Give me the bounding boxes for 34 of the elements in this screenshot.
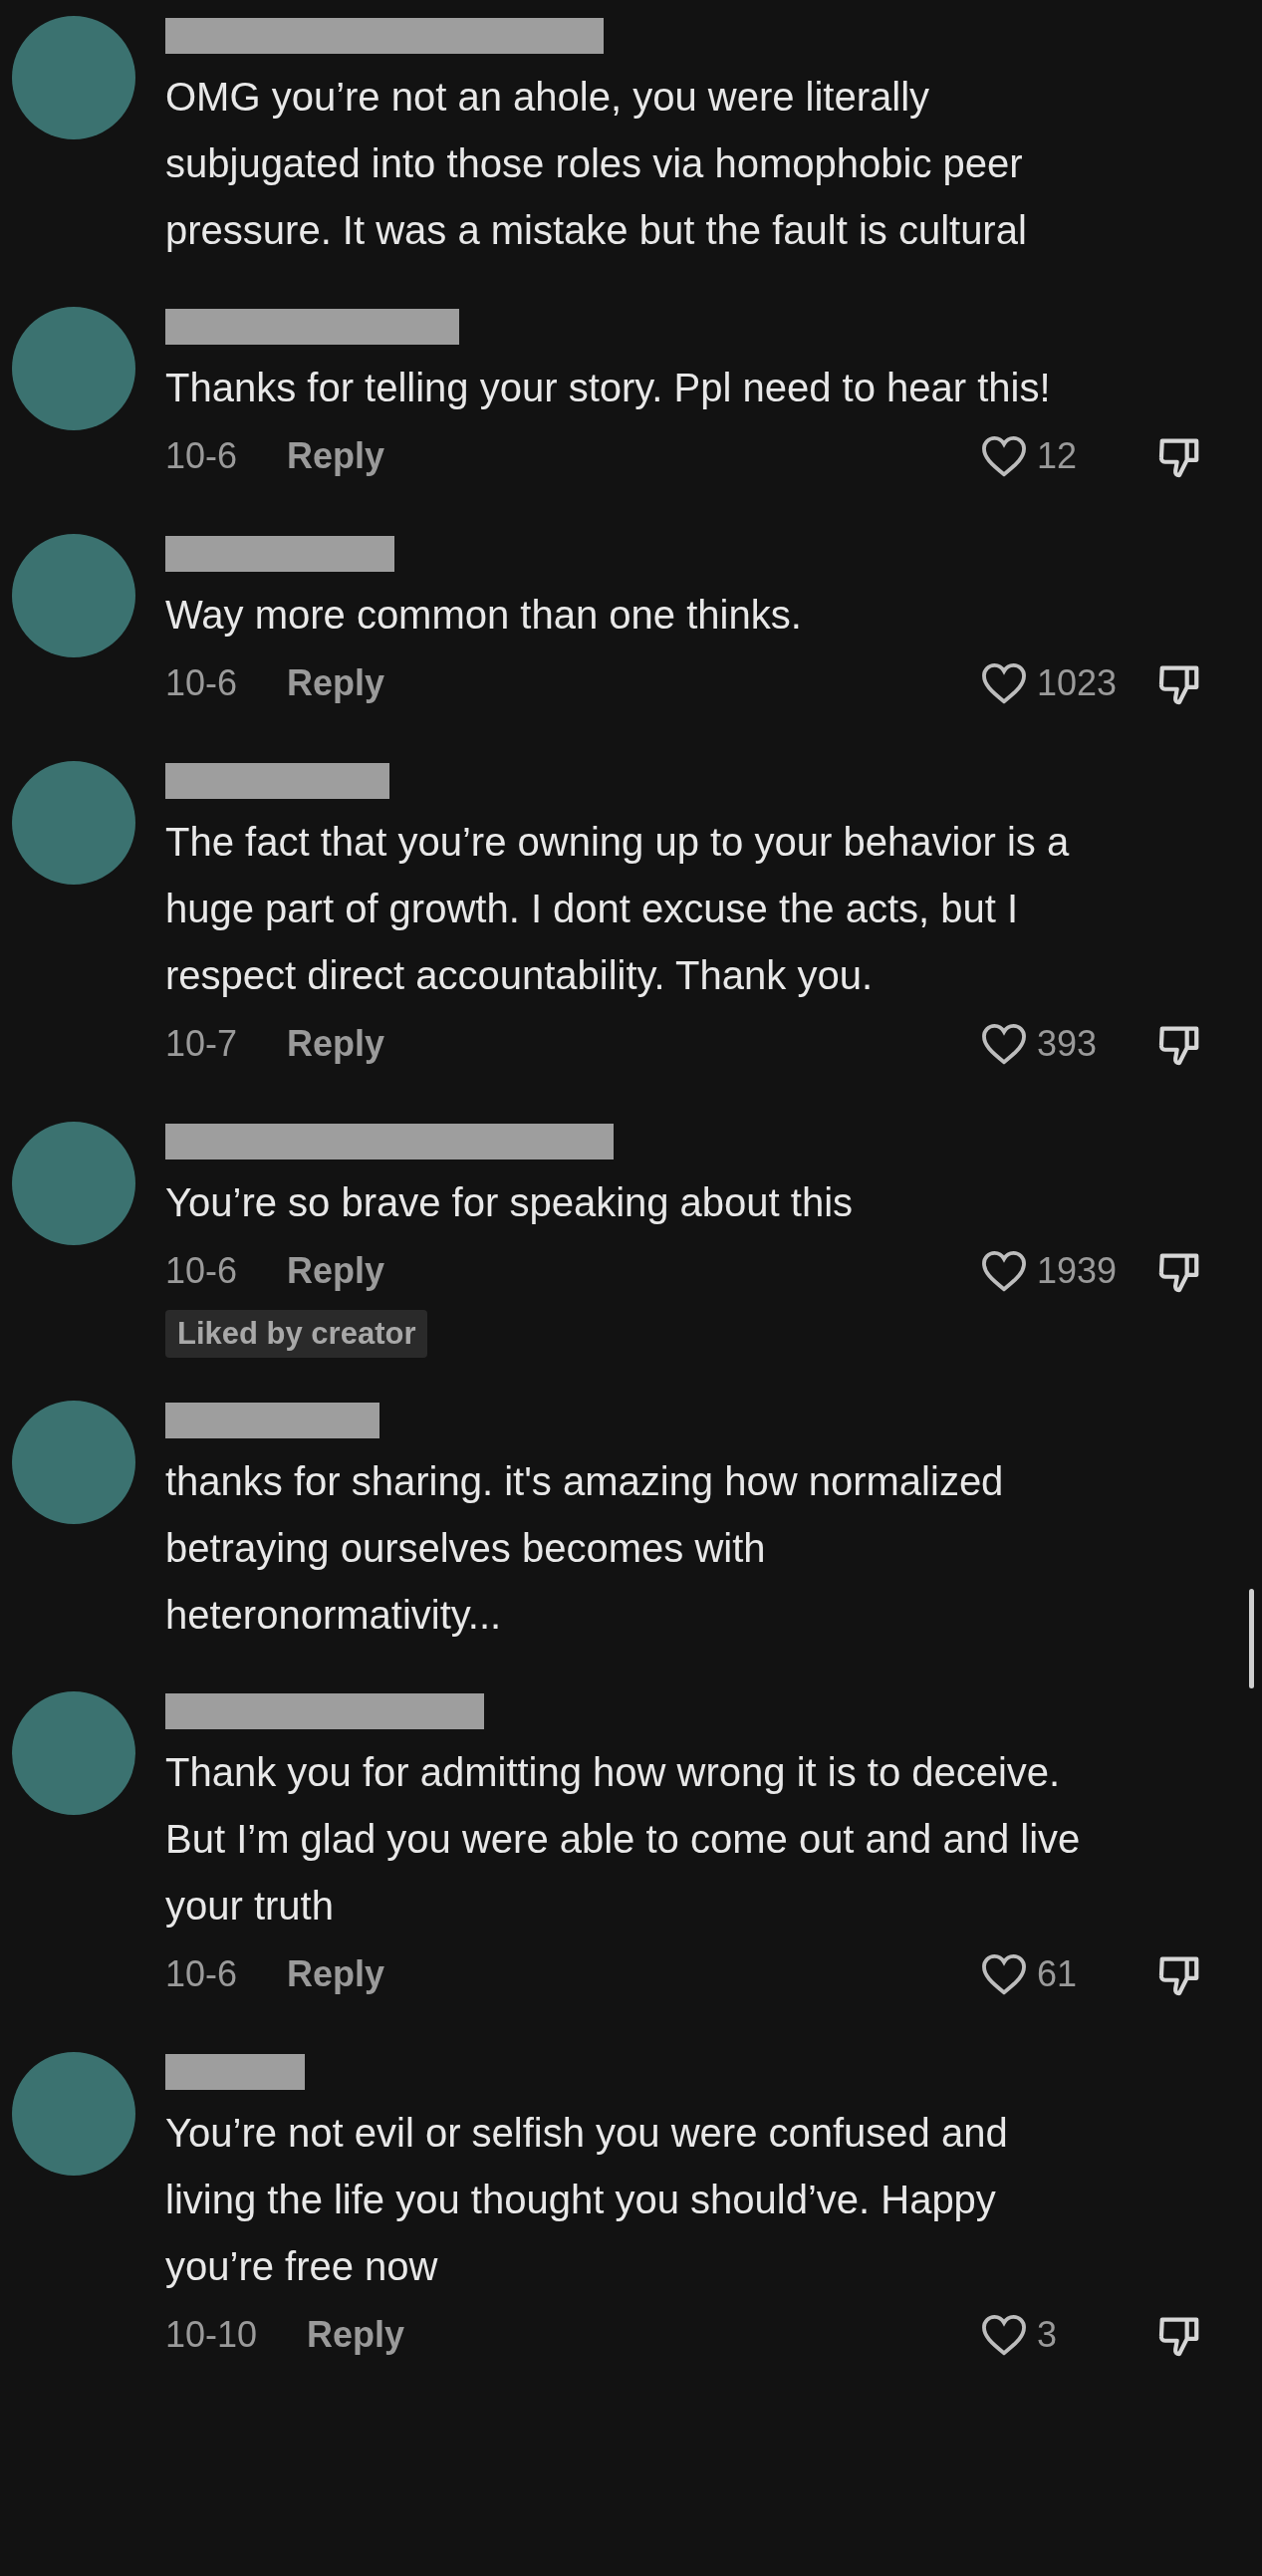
reply-button[interactable]: Reply: [287, 1023, 385, 1065]
comment-date: 10-6: [165, 1953, 238, 1995]
scrollbar[interactable]: [1249, 1589, 1254, 1688]
heart-icon[interactable]: [981, 2314, 1027, 2356]
comment-text: You’re so brave for speaking about this: [165, 1179, 854, 1226]
reply-button[interactable]: Reply: [287, 435, 385, 477]
heart-icon[interactable]: [981, 1250, 1027, 1292]
liked-by-creator-badge: Liked by creator: [165, 1310, 428, 1358]
comment-text: OMG you’re not an ahole, you were literally subjugated into those roles via homophobic peer pressure. It was a mistake but the fault is cultural: [165, 74, 1028, 254]
like-count: 3: [1037, 2314, 1059, 2356]
comment-date: 10-10: [165, 2314, 258, 2356]
heart-icon[interactable]: [981, 1953, 1027, 1995]
reply-button[interactable]: Reply: [287, 662, 385, 704]
comment-text: You’re not evil or selfish you were confused and living the life you thought you should’ve. Happy you’re free now: [165, 2110, 1009, 2290]
comment-date: 10-6: [165, 662, 238, 704]
reply-button[interactable]: Reply: [287, 1953, 385, 1995]
heart-icon[interactable]: [981, 662, 1027, 704]
comment-text: The fact that you’re owning up to your behavior is a huge part of growth. I dont excuse the acts, but I respect direct accountability. Thank you.: [165, 819, 1071, 999]
like-count: 61: [1037, 1953, 1079, 1995]
heart-icon[interactable]: [981, 435, 1027, 477]
like-count: 393: [1037, 1023, 1099, 1065]
heart-icon[interactable]: [981, 1023, 1027, 1065]
comment-text: thanks for sharing. it's amazing how normalized betraying ourselves becomes with heteronormativity...: [165, 1458, 1005, 1639]
comment-date: 10-6: [165, 435, 238, 477]
like-count: 1023: [1037, 662, 1119, 704]
comment-date: 10-6: [165, 1250, 238, 1292]
reply-button[interactable]: Reply: [307, 2314, 405, 2356]
like-count: 1939: [1037, 1250, 1119, 1292]
reply-button[interactable]: Reply: [287, 1250, 385, 1292]
comment-text: Thank you for admitting how wrong it is to deceive. But I’m glad you were able to come out and and live your truth: [165, 1749, 1082, 1930]
comment-date: 10-7: [165, 1023, 238, 1065]
like-count: 12: [1037, 435, 1079, 477]
comment-text: Way more common than one thinks.: [165, 592, 802, 639]
comment-text: Thanks for telling your story. Ppl need to hear this!: [165, 365, 1051, 411]
